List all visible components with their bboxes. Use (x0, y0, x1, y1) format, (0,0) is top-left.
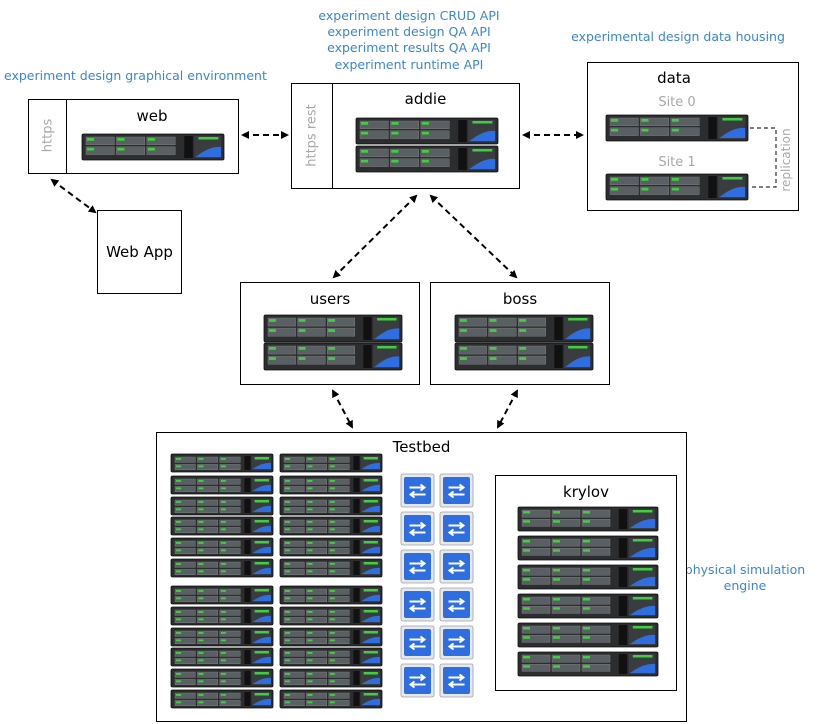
testbed-server-icon (170, 516, 274, 536)
site0-server-icon (605, 114, 749, 142)
testbed-server-icon (170, 689, 274, 709)
testbed-server-icon (279, 516, 383, 536)
network-switch-icon (400, 549, 435, 584)
network-switch-icon (439, 473, 474, 508)
network-switch-icon (439, 511, 474, 546)
addie-server-icon (355, 117, 499, 145)
testbed-server-icon (170, 585, 274, 605)
testbed-server-icon (279, 453, 383, 473)
krylov-server-icon (517, 564, 659, 590)
testbed-server-icon (170, 558, 274, 578)
testbed-server-icon (279, 668, 383, 688)
users-testbed-link (332, 389, 353, 429)
network-switch-icon (439, 549, 474, 584)
network-switch-icon (400, 511, 435, 546)
boss-server-icon (454, 314, 594, 343)
krylov-server-icon (517, 651, 659, 677)
krylov-server-icon (517, 622, 659, 648)
testbed-server-icon (279, 606, 383, 626)
testbed-server-icon (279, 496, 383, 516)
network-switch-icon (400, 587, 435, 622)
krylov-server-icon (517, 535, 659, 561)
web-server-icon (81, 133, 225, 161)
site1-server-icon (605, 173, 749, 201)
testbed-server-icon (279, 558, 383, 578)
network-switch-icon (400, 473, 435, 508)
testbed-server-icon (170, 496, 274, 516)
users-server-icon (263, 342, 403, 371)
testbed-server-icon (279, 537, 383, 557)
web-webapp-link (50, 178, 97, 214)
network-switch-icon (439, 663, 474, 698)
network-switch-icon (400, 625, 435, 660)
boss-testbed-link (497, 389, 518, 429)
network-switch-icon (439, 625, 474, 660)
replication-bracket (750, 127, 777, 188)
testbed-server-icon (170, 647, 274, 667)
addie-server-icon (355, 145, 499, 173)
network-switch-icon (400, 663, 435, 698)
testbed-server-icon (170, 668, 274, 688)
testbed-server-icon (279, 475, 383, 495)
testbed-server-icon (279, 689, 383, 709)
addie-boss-link (429, 194, 518, 279)
testbed-server-icon (279, 627, 383, 647)
diagram-graphics (50, 114, 777, 709)
boss-server-icon (454, 342, 594, 371)
network-switch-icon (439, 587, 474, 622)
addie-users-link (332, 194, 418, 279)
krylov-server-icon (517, 506, 659, 532)
users-server-icon (263, 314, 403, 343)
krylov-server-icon (517, 593, 659, 619)
testbed-server-icon (170, 475, 274, 495)
testbed-server-icon (170, 453, 274, 473)
testbed-server-icon (279, 585, 383, 605)
testbed-server-icon (170, 606, 274, 626)
testbed-server-icon (279, 647, 383, 667)
testbed-server-icon (170, 627, 274, 647)
testbed-server-icon (170, 537, 274, 557)
